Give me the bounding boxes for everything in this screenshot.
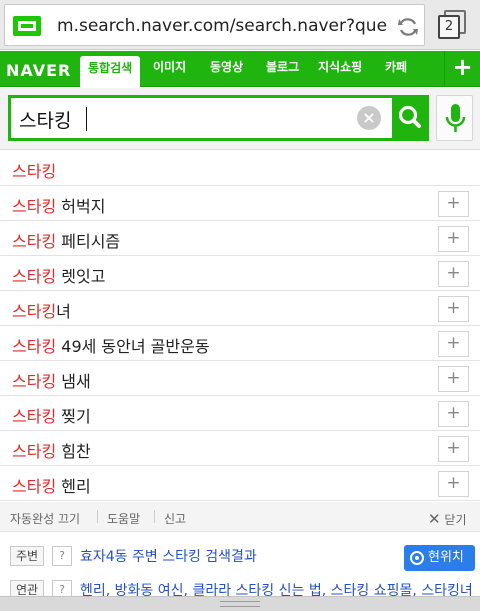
tab-integrated-search[interactable]: 통합검색: [80, 56, 141, 87]
suggestion-rest: 49세 동안녀 골반운동: [56, 337, 210, 356]
naver-favicon-icon: [13, 16, 41, 36]
tab-videos[interactable]: 동영상: [210, 51, 243, 87]
bottom-handle-bar[interactable]: [0, 596, 480, 611]
autocomplete-list: 스타킹 스타킹 허벅지 + 스타킹 페티시즘 + 스타킹 렛잇고 + 스타킹녀 …: [0, 151, 480, 501]
grip-icon: [220, 601, 260, 607]
tab-count: 2: [438, 15, 460, 39]
append-suggestion-button[interactable]: +: [438, 436, 469, 462]
location-icon: [410, 551, 424, 565]
help-link[interactable]: 도움말: [107, 510, 140, 527]
microphone-icon: [445, 104, 466, 132]
current-location-label: 현위치: [428, 550, 464, 565]
suggestion-highlight: 스타킹: [12, 232, 57, 251]
autocomplete-footer: 자동완성 끄기 도움말 신고 ✕ 닫기: [0, 502, 480, 532]
append-suggestion-button[interactable]: +: [438, 331, 469, 357]
search-icon: [398, 105, 421, 128]
report-link[interactable]: 신고: [164, 510, 186, 527]
current-location-button[interactable]: 현위치: [404, 545, 475, 571]
suggestion-item[interactable]: 스타킹 렛잇고 +: [0, 256, 480, 291]
browser-toolbar: m.search.naver.com/search.naver?query=%E…: [0, 0, 480, 50]
suggestion-item[interactable]: 스타킹 49세 동안녀 골반운동 +: [0, 326, 480, 361]
suggestion-rest: 냄새: [56, 372, 91, 391]
url-text[interactable]: m.search.naver.com/search.naver?query=%E…: [57, 16, 387, 36]
suggestion-item[interactable]: 스타킹녀 +: [0, 291, 480, 326]
append-suggestion-button[interactable]: +: [438, 226, 469, 252]
suggestion-highlight: 스타킹: [12, 407, 57, 426]
autocomplete-off-link[interactable]: 자동완성 끄기: [10, 510, 80, 527]
suggestion-highlight: 스타킹: [12, 267, 57, 286]
suggestion-highlight: 스타킹: [12, 372, 57, 391]
naver-navbar: NAVER 통합검색 이미지 동영상 블로그 지식쇼핑 카페 +: [0, 51, 480, 87]
text-caret: [86, 107, 87, 131]
suggestion-rest: 렛잇고: [56, 267, 106, 286]
suggestion-item[interactable]: 스타킹 냄새 +: [0, 361, 480, 396]
divider: [154, 510, 155, 523]
suggestion-rest: 허벅지: [56, 197, 106, 216]
search-input[interactable]: [19, 104, 339, 134]
close-icon: ✕: [428, 510, 441, 528]
nearby-results-link[interactable]: 효자4동 주변 스타킹 검색결과: [80, 546, 257, 566]
tab-switcher-button[interactable]: 2: [436, 10, 466, 40]
suggestion-item[interactable]: 스타킹 힘찬 +: [0, 431, 480, 466]
append-suggestion-button[interactable]: +: [438, 296, 469, 322]
nearby-badge: 주변: [10, 546, 45, 566]
help-icon[interactable]: ?: [52, 546, 72, 566]
suggestion-item[interactable]: 스타킹 찢기 +: [0, 396, 480, 431]
clear-icon[interactable]: ×: [357, 106, 381, 130]
tab-blog[interactable]: 블로그: [266, 51, 299, 87]
append-suggestion-button[interactable]: +: [438, 191, 469, 217]
voice-search-button[interactable]: [436, 95, 473, 141]
tab-shopping[interactable]: 지식쇼핑: [318, 51, 362, 87]
suggestion-highlight: 스타킹: [12, 197, 57, 216]
search-area: ×: [0, 88, 480, 150]
suggestion-highlight: 스타킹: [12, 162, 57, 181]
divider: [97, 510, 98, 523]
append-suggestion-button[interactable]: +: [438, 366, 469, 392]
suggestion-highlight: 스타킹: [12, 442, 57, 461]
append-suggestion-button[interactable]: +: [438, 401, 469, 427]
suggestion-item[interactable]: 스타킹: [0, 151, 480, 186]
address-bar[interactable]: m.search.naver.com/search.naver?query=%E…: [4, 4, 425, 46]
suggestion-item[interactable]: 스타킹 페티시즘 +: [0, 221, 480, 256]
suggestion-rest: 페티시즘: [56, 232, 121, 251]
close-label: 닫기: [444, 513, 467, 527]
append-suggestion-button[interactable]: +: [438, 471, 469, 497]
tab-images[interactable]: 이미지: [153, 51, 186, 87]
suggestion-highlight: 스타킹: [12, 302, 57, 321]
suggestion-rest: 녀: [56, 302, 71, 321]
search-box: ×: [8, 95, 429, 141]
nav-more-button[interactable]: +: [444, 51, 480, 87]
suggestion-highlight: 스타킹: [12, 337, 57, 356]
suggestion-highlight: 스타킹: [12, 477, 57, 496]
suggestion-rest: 찢기: [56, 407, 91, 426]
suggestion-rest: 헨리: [56, 477, 91, 496]
close-autocomplete-button[interactable]: ✕ 닫기: [428, 510, 467, 528]
append-suggestion-button[interactable]: +: [438, 261, 469, 287]
suggestion-item[interactable]: 스타킹 허벅지 +: [0, 186, 480, 221]
search-button[interactable]: [392, 98, 429, 138]
naver-logo[interactable]: NAVER: [6, 61, 71, 80]
tab-cafe[interactable]: 카페: [385, 51, 407, 87]
suggestion-rest: 힘찬: [56, 442, 91, 461]
reload-icon[interactable]: [395, 14, 421, 40]
suggestion-item[interactable]: 스타킹 헨리 +: [0, 466, 480, 501]
